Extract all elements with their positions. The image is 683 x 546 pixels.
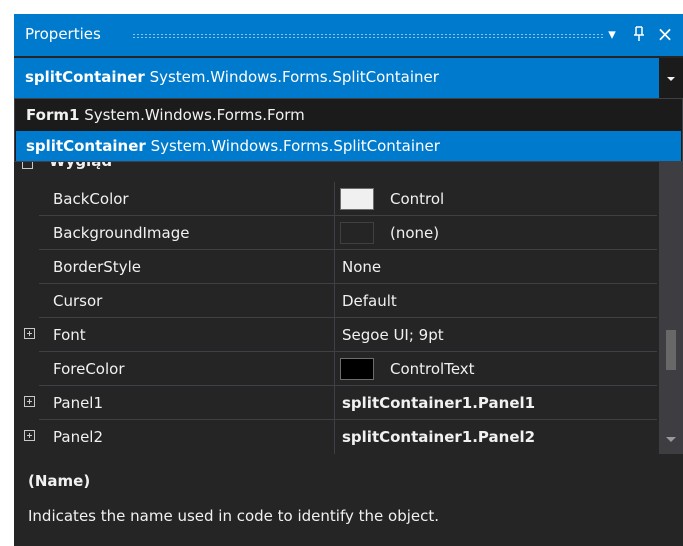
property-row-backcolor[interactable]: BackColor Control xyxy=(14,182,657,216)
column-divider xyxy=(334,284,335,318)
property-value: ControlText xyxy=(390,360,475,378)
property-row-forecolor[interactable]: ForeColor ControlText xyxy=(14,352,657,386)
row-gutter xyxy=(14,216,39,250)
color-swatch xyxy=(340,358,374,380)
close-icon[interactable]: × xyxy=(654,22,676,46)
description-title: (Name) xyxy=(28,472,91,490)
expand-icon[interactable] xyxy=(24,430,35,441)
property-name: Font xyxy=(53,326,86,344)
color-swatch xyxy=(340,188,374,210)
column-divider xyxy=(334,420,335,454)
property-name: BackgroundImage xyxy=(53,224,190,242)
row-gutter xyxy=(14,284,39,318)
title-bar[interactable]: Properties ▾ × xyxy=(14,14,683,56)
dropdown-item-splitcontainer[interactable]: splitContainer System.Windows.Forms.Spli… xyxy=(16,131,681,161)
property-value: (none) xyxy=(390,224,440,242)
window-position-dropdown-icon[interactable]: ▾ xyxy=(601,22,623,46)
column-divider xyxy=(334,216,335,250)
property-row-font[interactable]: Font Segoe UI; 9pt xyxy=(14,318,657,352)
scrollbar-thumb[interactable] xyxy=(666,330,676,370)
property-value: None xyxy=(342,258,382,276)
property-value: splitContainer1.Panel1 xyxy=(342,394,536,412)
expand-icon[interactable] xyxy=(24,396,35,407)
property-grid: Wygląd BackColor Control BackgroundImage… xyxy=(14,152,657,454)
column-divider xyxy=(334,318,335,352)
column-divider xyxy=(334,182,335,216)
image-swatch xyxy=(340,222,374,244)
property-row-borderstyle[interactable]: BorderStyle None xyxy=(14,250,657,284)
dropdown-item-type: System.Windows.Forms.Form xyxy=(84,106,305,124)
object-selector[interactable]: splitContainer System.Windows.Forms.Spli… xyxy=(14,58,683,98)
property-row-panel1[interactable]: Panel1 splitContainer1.Panel1 xyxy=(14,386,657,420)
pin-icon[interactable] xyxy=(628,22,650,46)
property-row-cursor[interactable]: Cursor Default xyxy=(14,284,657,318)
dropdown-item-name: splitContainer xyxy=(26,137,146,155)
column-divider xyxy=(334,386,335,420)
column-divider xyxy=(334,352,335,386)
scroll-down-arrow-icon[interactable] xyxy=(666,437,676,442)
expand-icon[interactable] xyxy=(24,328,35,339)
drag-grip[interactable] xyxy=(132,33,603,39)
property-row-backgroundimage[interactable]: BackgroundImage (none) xyxy=(14,216,657,250)
properties-window: Properties ▾ × splitContainer System.Win… xyxy=(14,14,683,546)
property-name: Panel1 xyxy=(53,394,104,412)
selected-object: splitContainer System.Windows.Forms.Spli… xyxy=(25,68,439,86)
property-value: Segoe UI; 9pt xyxy=(342,326,444,344)
column-divider xyxy=(334,250,335,284)
property-name: Cursor xyxy=(53,292,103,310)
property-value: Control xyxy=(390,190,445,208)
dropdown-item-name: Form1 xyxy=(26,106,80,124)
property-row-panel2[interactable]: Panel2 splitContainer1.Panel2 xyxy=(14,420,657,454)
property-name: BorderStyle xyxy=(53,258,141,276)
row-gutter xyxy=(14,250,39,284)
property-value: splitContainer1.Panel2 xyxy=(342,428,536,446)
chevron-down-icon[interactable] xyxy=(659,58,683,98)
row-gutter xyxy=(14,182,39,216)
selected-object-type: System.Windows.Forms.SplitContainer xyxy=(149,68,439,86)
window-title: Properties xyxy=(25,25,101,43)
description-pane: (Name) Indicates the name used in code t… xyxy=(14,462,683,546)
category-row-partial[interactable]: Wygląd xyxy=(14,152,657,182)
row-gutter xyxy=(14,352,39,386)
object-dropdown-list: Form1 System.Windows.Forms.Form splitCon… xyxy=(14,98,683,162)
description-text: Indicates the name used in code to ident… xyxy=(28,507,440,525)
dropdown-item-type: System.Windows.Forms.SplitContainer xyxy=(150,137,440,155)
vertical-scrollbar[interactable] xyxy=(659,162,683,454)
property-name: BackColor xyxy=(53,190,129,208)
selected-object-name: splitContainer xyxy=(25,68,145,86)
property-value: Default xyxy=(342,292,397,310)
property-name: ForeColor xyxy=(53,360,125,378)
dropdown-item-form1[interactable]: Form1 System.Windows.Forms.Form xyxy=(16,100,681,130)
property-name: Panel2 xyxy=(53,428,104,446)
